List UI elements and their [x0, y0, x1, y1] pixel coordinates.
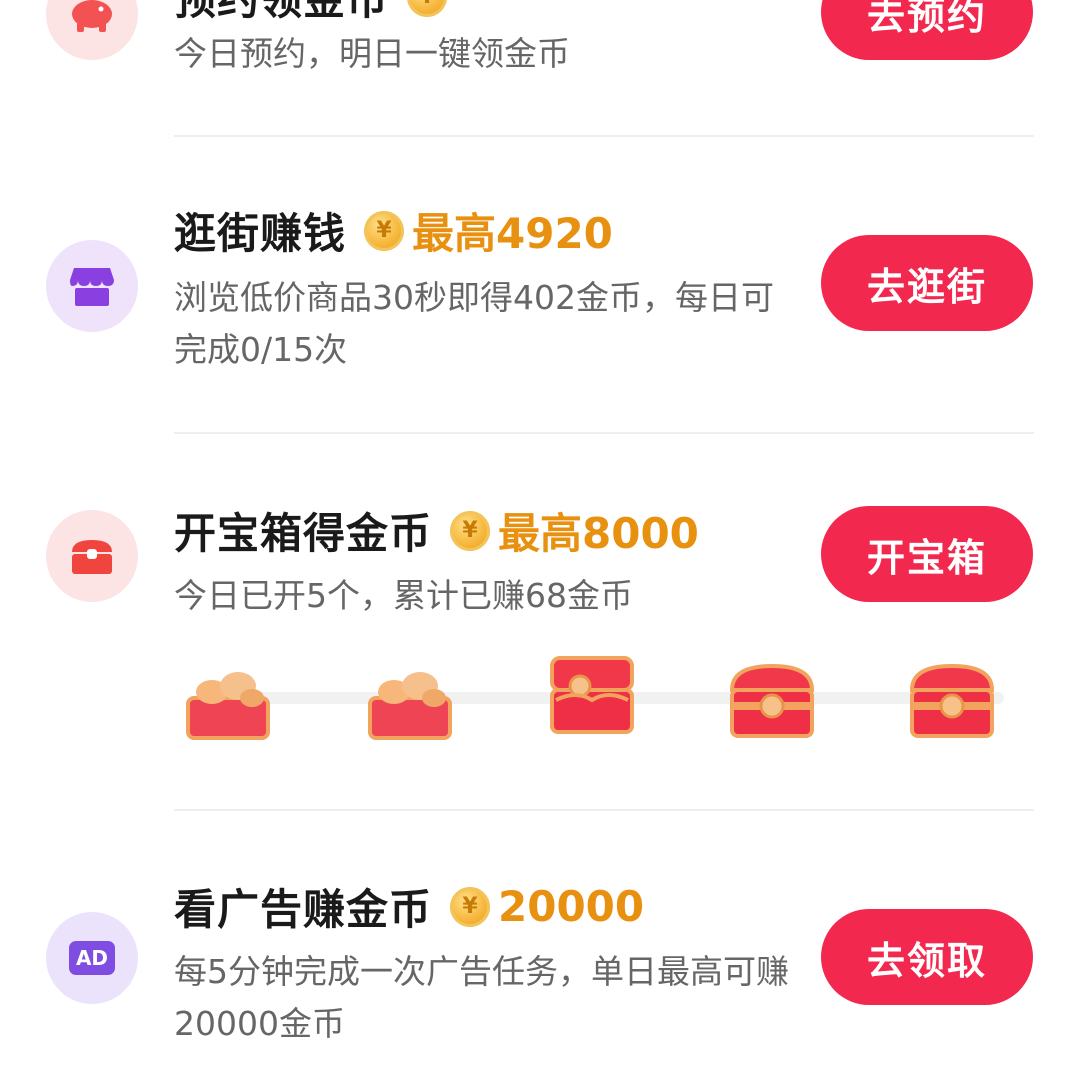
treasure-chest-icon	[72, 540, 112, 574]
task-description: 每5分钟完成一次广告任务，单日最高可赚20000金币	[174, 952, 789, 1043]
coin-icon: ¥	[364, 210, 405, 251]
reward-amount: 最高4920	[412, 209, 613, 258]
chest-opened-icon[interactable]	[182, 658, 274, 742]
coin-icon: ¥	[407, 0, 448, 17]
task-title: 看广告赚金币	[174, 885, 433, 934]
open-chest-button[interactable]: 开宝箱	[821, 506, 1033, 602]
task-description: 浏览低价商品30秒即得402金币，每日可完成0/15次	[174, 278, 774, 369]
piggy-bank-icon	[72, 0, 112, 32]
ad-icon-wrap: AD	[46, 912, 138, 1004]
divider	[174, 135, 1034, 137]
chest-closed-icon[interactable]	[906, 658, 998, 742]
chest-closed-icon[interactable]	[726, 658, 818, 742]
task-description: 今日预约，明日一键领金币	[174, 34, 570, 73]
reserve-button[interactable]: 去预约	[821, 0, 1033, 60]
divider	[174, 809, 1034, 811]
task-title: 预约领金币	[174, 0, 389, 27]
piggy-bank-icon-wrap	[46, 0, 138, 60]
ad-icon: AD	[69, 941, 115, 975]
chest-opening-icon[interactable]	[546, 652, 638, 736]
reward-amount: 最高8000	[498, 509, 699, 558]
chest-opened-icon[interactable]	[364, 658, 456, 742]
divider	[174, 432, 1034, 434]
task-title: 逛街赚钱	[174, 209, 347, 258]
task-description: 今日已开5个，累计已赚68金币	[174, 576, 633, 615]
coin-icon: ¥	[450, 510, 491, 551]
claim-button[interactable]: 去领取	[821, 909, 1033, 1005]
reward-amount: 20000	[498, 882, 645, 931]
shop-icon	[70, 268, 114, 306]
coin-icon: ¥	[450, 886, 491, 927]
task-title: 开宝箱得金币	[174, 509, 433, 558]
go-shopping-button[interactable]: 去逛街	[821, 235, 1033, 331]
shop-icon-wrap	[46, 240, 138, 332]
treasure-chest-icon-wrap	[46, 510, 138, 602]
